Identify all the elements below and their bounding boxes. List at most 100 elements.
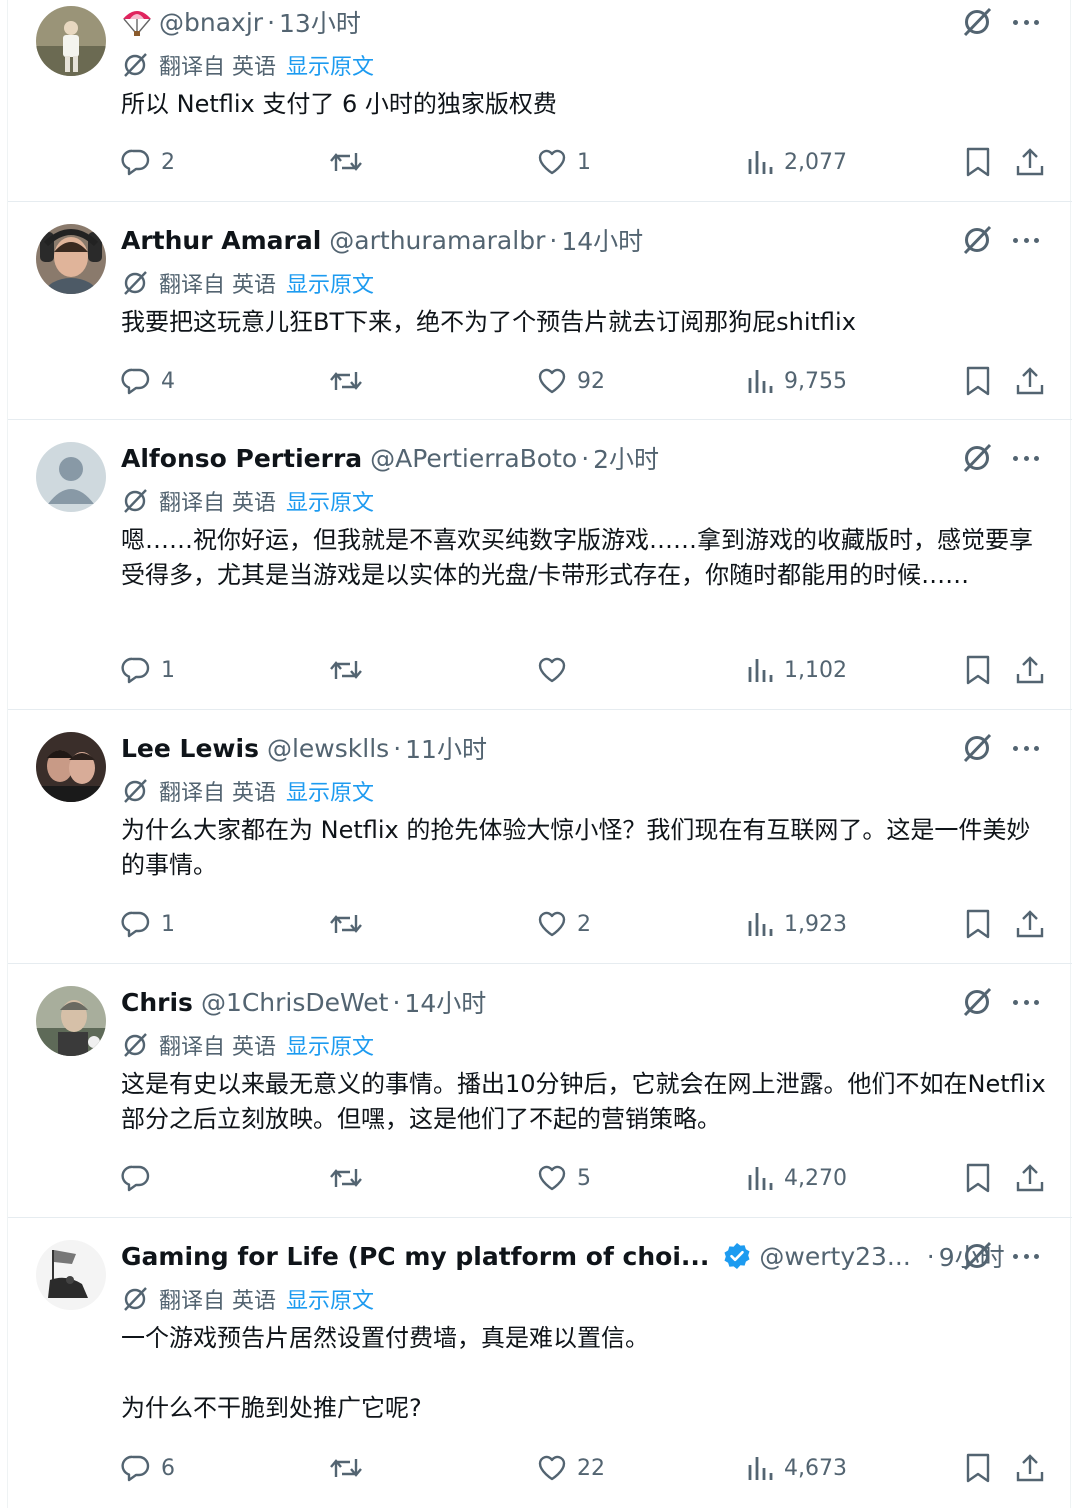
translated-from-label: 翻译自 英语 [159, 273, 276, 298]
views-button[interactable]: 1,102 [746, 650, 847, 690]
post-time[interactable]: 2小时 [593, 440, 659, 476]
bookmark-icon [966, 655, 990, 685]
more-icon[interactable] [1013, 1253, 1039, 1259]
like-button[interactable]: 2 [537, 904, 591, 944]
reply-button[interactable]: 1 [121, 904, 175, 944]
reply-post[interactable]: Lee Lewis @lewsklls · 11小时 翻译自 英语 显示原文 为… [8, 710, 1072, 964]
translation-notice: 翻译自 英语 显示原文 [121, 775, 374, 807]
avatar[interactable] [36, 732, 106, 802]
repost-button[interactable] [329, 904, 373, 944]
reply-icon [121, 1455, 150, 1482]
views-button[interactable]: 1,923 [746, 904, 847, 944]
display-name[interactable]: Gaming for Life (PC my platform of choi.… [121, 1242, 709, 1271]
post-top-icons [961, 730, 1039, 766]
repost-button[interactable] [329, 1448, 373, 1488]
views-button[interactable]: 4,673 [746, 1448, 847, 1488]
display-name[interactable]: Alfonso Pertierra [121, 444, 362, 473]
avatar[interactable] [36, 442, 106, 512]
repost-button[interactable] [329, 1158, 373, 1198]
bookmark-button[interactable] [964, 650, 992, 690]
user-handle[interactable]: @werty23... [759, 1242, 910, 1271]
more-icon[interactable] [1013, 999, 1039, 1005]
heart-icon [538, 149, 566, 175]
display-name[interactable]: Lee Lewis [121, 734, 259, 763]
post-text: 我要把这玩意儿狂BT下来，绝不为了个预告片就去订阅那狗屁shitflix [121, 308, 856, 336]
post-text: 嗯……祝你好运，但我就是不喜欢买纯数字版游戏……拿到游戏的收藏版时，感觉要享受得… [121, 526, 1033, 589]
repost-button[interactable] [329, 361, 373, 401]
reply-button[interactable]: 1 [121, 650, 175, 690]
like-button[interactable] [537, 650, 577, 690]
reply-post[interactable]: Alfonso Pertierra @APertierraBoto · 2小时 … [8, 420, 1072, 710]
share-button[interactable] [1015, 142, 1045, 182]
avatar[interactable] [36, 1240, 106, 1310]
like-button[interactable]: 92 [537, 361, 605, 401]
views-button[interactable]: 4,270 [746, 1158, 847, 1198]
grok-icon[interactable] [961, 732, 993, 764]
show-original-link[interactable]: 显示原文 [286, 1283, 374, 1315]
user-handle[interactable]: @lewsklls [267, 734, 389, 763]
views-button[interactable]: 9,755 [746, 361, 847, 401]
like-count: 5 [577, 1165, 591, 1191]
user-handle[interactable]: @1ChrisDeWet [201, 988, 389, 1017]
post-time[interactable]: 11小时 [405, 730, 487, 766]
grok-icon[interactable] [961, 442, 993, 474]
show-original-link[interactable]: 显示原文 [286, 775, 374, 807]
post-time[interactable]: 14小时 [404, 984, 486, 1020]
show-original-link[interactable]: 显示原文 [286, 49, 374, 81]
post-text: 所以 Netflix 支付了 6 小时的独家版权费 [121, 90, 557, 118]
like-button[interactable]: 1 [537, 142, 591, 182]
bookmark-button[interactable] [964, 1158, 992, 1198]
more-icon[interactable] [1013, 745, 1039, 751]
share-button[interactable] [1015, 1158, 1045, 1198]
like-button[interactable]: 22 [537, 1448, 605, 1488]
reply-button[interactable]: 6 [121, 1448, 175, 1488]
share-icon [1016, 910, 1044, 938]
repost-button[interactable] [329, 650, 373, 690]
reply-button[interactable]: 4 [121, 361, 175, 401]
bookmark-button[interactable] [964, 361, 992, 401]
post-time[interactable]: 14小时 [561, 222, 643, 258]
display-name[interactable]: Chris [121, 988, 193, 1017]
post-header: Arthur Amaral @arthuramaralbr · 14小时 [121, 222, 643, 258]
more-icon[interactable] [1013, 237, 1039, 243]
heart-icon [538, 657, 566, 683]
reply-post[interactable]: Gaming for Life (PC my platform of choi.… [8, 1218, 1072, 1508]
share-button[interactable] [1015, 361, 1045, 401]
reply-button[interactable] [121, 1158, 161, 1198]
translation-notice: 翻译自 英语 显示原文 [121, 49, 374, 81]
avatar[interactable] [36, 224, 106, 294]
reply-post[interactable]: @bnaxjr · 13小时 翻译自 英语 显示原文 所以 Netflix 支付… [8, 0, 1072, 202]
user-handle[interactable]: @arthuramaralbr [329, 226, 545, 255]
show-original-link[interactable]: 显示原文 [286, 1029, 374, 1061]
bookmark-button[interactable] [964, 904, 992, 944]
post-time[interactable]: 13小时 [279, 4, 361, 40]
grok-icon[interactable] [961, 986, 993, 1018]
reply-icon [121, 1165, 150, 1192]
share-button[interactable] [1015, 1448, 1045, 1488]
repost-button[interactable] [329, 142, 373, 182]
repost-icon [330, 372, 362, 390]
more-icon[interactable] [1013, 19, 1039, 25]
show-original-link[interactable]: 显示原文 [286, 485, 374, 517]
grok-icon[interactable] [961, 6, 993, 38]
grok-icon[interactable] [961, 1240, 993, 1272]
avatar[interactable] [36, 6, 106, 76]
avatar[interactable] [36, 986, 106, 1056]
share-button[interactable] [1015, 650, 1045, 690]
user-handle[interactable]: @bnaxjr [159, 8, 263, 37]
show-original-link[interactable]: 显示原文 [286, 267, 374, 299]
repost-icon [330, 661, 362, 679]
view-count: 2,077 [784, 149, 847, 175]
share-button[interactable] [1015, 904, 1045, 944]
reply-post[interactable]: Chris @1ChrisDeWet · 14小时 翻译自 英语 显示原文 这是… [8, 964, 1072, 1218]
reply-button[interactable]: 2 [121, 142, 175, 182]
bookmark-button[interactable] [964, 142, 992, 182]
display-name[interactable]: Arthur Amaral [121, 226, 321, 255]
like-button[interactable]: 5 [537, 1158, 591, 1198]
views-button[interactable]: 2,077 [746, 142, 847, 182]
more-icon[interactable] [1013, 455, 1039, 461]
reply-post[interactable]: Arthur Amaral @arthuramaralbr · 14小时 翻译自… [8, 202, 1072, 420]
grok-icon[interactable] [961, 224, 993, 256]
user-handle[interactable]: @APertierraBoto [370, 444, 577, 473]
bookmark-button[interactable] [964, 1448, 992, 1488]
